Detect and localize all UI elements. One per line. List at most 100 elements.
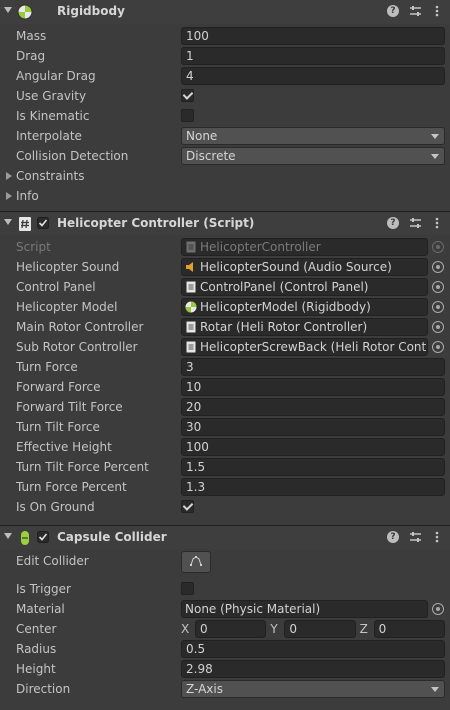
- preset-sliders-icon[interactable]: [408, 530, 422, 544]
- is-on-ground-checkbox[interactable]: [181, 500, 194, 513]
- audio-source-icon: [185, 261, 197, 273]
- fold-arrow-icon[interactable]: [4, 533, 12, 539]
- height-field[interactable]: 2.98: [181, 660, 445, 678]
- turn-force-label: Turn Force: [16, 360, 78, 374]
- component-title: Capsule Collider: [57, 530, 167, 544]
- angular-drag-field[interactable]: 4: [181, 67, 445, 85]
- constraints-foldout[interactable]: Constraints: [0, 166, 450, 186]
- capsule-collider-component: Capsule Collider ? Edit Collider Is Trig…: [0, 525, 450, 699]
- direction-dropdown[interactable]: Z-Axis: [181, 680, 445, 698]
- is-kinematic-row: Is Kinematic: [0, 106, 450, 126]
- is-trigger-row: Is Trigger: [0, 579, 450, 599]
- object-picker-icon[interactable]: [432, 603, 444, 615]
- helicopter-sound-value: HelicopterSound (Audio Source): [200, 260, 392, 274]
- help-icon[interactable]: ?: [386, 530, 400, 544]
- component-title: Helicopter Controller (Script): [57, 216, 255, 230]
- sub-rotor-field[interactable]: HelicopterScrewBack (Heli Rotor Contro: [181, 338, 428, 356]
- is-trigger-label: Is Trigger: [16, 582, 71, 596]
- rigidbody-icon: [185, 301, 197, 313]
- capsule-collider-icon: [17, 530, 33, 546]
- forward-force-field[interactable]: 10: [181, 378, 445, 396]
- turn-tilt-force-percent-field[interactable]: 1.5: [181, 458, 445, 476]
- kebab-menu-icon[interactable]: [430, 216, 444, 230]
- use-gravity-checkbox[interactable]: [181, 89, 194, 102]
- rigidbody-icon: [17, 4, 33, 20]
- sub-rotor-label: Sub Rotor Controller: [16, 340, 138, 354]
- helicopter-model-field[interactable]: HelicopterModel (Rigidbody): [181, 298, 428, 316]
- edit-collider-label: Edit Collider: [16, 554, 89, 568]
- object-picker-icon[interactable]: [432, 261, 444, 273]
- turn-force-percent-field[interactable]: 1.3: [181, 478, 445, 496]
- helicopter-controller-component: Helicopter Controller (Script) ? Script …: [0, 211, 450, 525]
- is-kinematic-checkbox[interactable]: [181, 109, 194, 122]
- forward-force-label: Forward Force: [16, 380, 101, 394]
- help-icon[interactable]: ?: [386, 216, 400, 230]
- kebab-menu-icon[interactable]: [430, 530, 444, 544]
- direction-label: Direction: [16, 682, 71, 696]
- material-label: Material: [16, 602, 65, 616]
- fold-arrow-icon[interactable]: [4, 7, 12, 13]
- script-label: Script: [16, 240, 51, 254]
- effective-height-row: Effective Height 100: [0, 437, 450, 457]
- angular-drag-row: Angular Drag 4: [0, 66, 450, 86]
- object-picker-icon: [432, 241, 444, 253]
- rigidbody-header[interactable]: Rigidbody ?: [0, 0, 450, 24]
- collision-detection-dropdown[interactable]: Discrete: [181, 147, 445, 165]
- center-x-field[interactable]: 0: [195, 620, 267, 638]
- radius-field[interactable]: 0.5: [181, 640, 445, 658]
- chevron-down-icon: [431, 154, 439, 159]
- center-z-field[interactable]: 0: [373, 620, 445, 638]
- forward-tilt-force-row: Forward Tilt Force 20: [0, 397, 450, 417]
- script-file-icon: [185, 321, 197, 333]
- material-field[interactable]: None (Physic Material): [181, 600, 428, 618]
- capsule-enabled-checkbox[interactable]: [37, 531, 49, 543]
- kebab-menu-icon[interactable]: [430, 4, 444, 18]
- center-y-field[interactable]: 0: [284, 620, 356, 638]
- object-picker-icon[interactable]: [432, 301, 444, 313]
- script-header[interactable]: Helicopter Controller (Script) ?: [0, 211, 450, 235]
- helicopter-sound-row: Helicopter Sound HelicopterSound (Audio …: [0, 257, 450, 277]
- turn-force-field[interactable]: 3: [181, 358, 445, 376]
- edit-collider-button[interactable]: [181, 551, 211, 573]
- component-title: Rigidbody: [57, 4, 125, 18]
- main-rotor-label: Main Rotor Controller: [16, 320, 144, 334]
- interpolate-row: Interpolate None: [0, 126, 450, 146]
- info-foldout[interactable]: Info: [0, 186, 450, 206]
- height-label: Height: [16, 662, 56, 676]
- object-picker-icon[interactable]: [432, 281, 444, 293]
- script-value: HelicopterController: [200, 240, 321, 254]
- control-panel-field[interactable]: ControlPanel (Control Panel): [181, 278, 428, 296]
- turn-tilt-force-field[interactable]: 30: [181, 418, 445, 436]
- chevron-down-icon: [431, 687, 439, 692]
- forward-tilt-force-field[interactable]: 20: [181, 398, 445, 416]
- preset-sliders-icon[interactable]: [408, 216, 422, 230]
- turn-force-row: Turn Force 3: [0, 357, 450, 377]
- turn-force-percent-row: Turn Force Percent 1.3: [0, 477, 450, 497]
- main-rotor-value: Rotar (Heli Rotor Controller): [200, 320, 368, 334]
- turn-tilt-force-label: Turn Tilt Force: [16, 420, 100, 434]
- mass-row: Mass 100: [0, 26, 450, 46]
- object-picker-icon[interactable]: [432, 321, 444, 333]
- turn-tilt-force-percent-row: Turn Tilt Force Percent 1.5: [0, 457, 450, 477]
- main-rotor-field[interactable]: Rotar (Heli Rotor Controller): [181, 318, 428, 336]
- object-picker-icon[interactable]: [432, 341, 444, 353]
- help-icon[interactable]: ?: [386, 4, 400, 18]
- preset-sliders-icon[interactable]: [408, 4, 422, 18]
- mass-field[interactable]: 100: [181, 27, 445, 45]
- interpolate-dropdown[interactable]: None: [181, 127, 445, 145]
- center-vector: X 0 Y 0 Z 0: [181, 620, 445, 638]
- drag-field[interactable]: 1: [181, 47, 445, 65]
- direction-row: Direction Z-Axis: [0, 679, 450, 699]
- control-panel-row: Control Panel ControlPanel (Control Pane…: [0, 277, 450, 297]
- is-trigger-checkbox[interactable]: [181, 582, 194, 595]
- effective-height-field[interactable]: 100: [181, 438, 445, 456]
- fold-arrow-icon[interactable]: [4, 219, 12, 225]
- script-enabled-checkbox[interactable]: [37, 217, 49, 229]
- height-row: Height 2.98: [0, 659, 450, 679]
- collision-detection-label: Collision Detection: [16, 149, 129, 163]
- drag-label: Drag: [16, 49, 46, 63]
- capsule-collider-header[interactable]: Capsule Collider ?: [0, 525, 450, 549]
- angular-drag-label: Angular Drag: [16, 69, 96, 83]
- helicopter-sound-field[interactable]: HelicopterSound (Audio Source): [181, 258, 428, 276]
- script-file-icon: [185, 281, 197, 293]
